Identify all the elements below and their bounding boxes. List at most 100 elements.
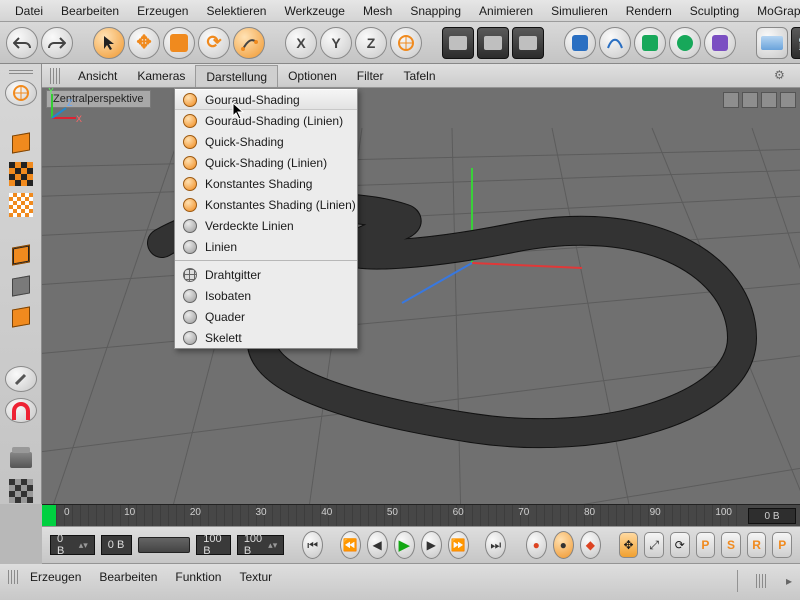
workplane-lock-button[interactable] xyxy=(5,479,37,504)
coord-drag-grip[interactable] xyxy=(756,574,768,588)
make-editable-button[interactable] xyxy=(5,80,37,106)
generator2-button[interactable] xyxy=(669,27,701,59)
menu-snapping[interactable]: Snapping xyxy=(401,1,470,21)
menu-simulieren[interactable]: Simulieren xyxy=(542,1,617,21)
autokey-button[interactable]: ● xyxy=(553,531,574,559)
step-back-button[interactable]: ◀ xyxy=(367,531,388,559)
redo-button[interactable] xyxy=(41,27,73,59)
primitive-cube-button[interactable] xyxy=(564,27,596,59)
scale-tool[interactable] xyxy=(163,27,195,59)
vp-orbit-icon[interactable] xyxy=(761,92,777,108)
polygon-mode-button[interactable] xyxy=(5,304,37,329)
menu-mesh[interactable]: Mesh xyxy=(354,1,401,21)
step-forward-button[interactable]: ▶ xyxy=(421,531,442,559)
vp-pan-icon[interactable] xyxy=(723,92,739,108)
goto-end-button[interactable]: ⏭ xyxy=(485,531,506,559)
menu-mograph[interactable]: MoGraph xyxy=(748,1,800,21)
shading-quick[interactable]: Quick-Shading xyxy=(175,131,357,152)
render-view-button[interactable] xyxy=(442,27,474,59)
wireframe-option[interactable]: Drahtgitter xyxy=(175,264,357,285)
environment-button[interactable] xyxy=(756,27,788,59)
undo-button[interactable] xyxy=(6,27,38,59)
vpmenu-ansicht[interactable]: Ansicht xyxy=(68,65,127,87)
snap-button[interactable] xyxy=(5,398,37,424)
vpmenu-filter[interactable]: Filter xyxy=(347,65,394,87)
shading-lines[interactable]: Linien xyxy=(175,236,357,257)
shading-hidden-line[interactable]: Verdeckte Linien xyxy=(175,215,357,236)
menu-erzeugen[interactable]: Erzeugen xyxy=(128,1,197,21)
workplane-button[interactable] xyxy=(5,448,37,473)
generator-button[interactable] xyxy=(634,27,666,59)
axis-z-lock[interactable]: Z xyxy=(355,27,387,59)
rec-p-button[interactable]: P xyxy=(696,532,716,558)
bottom-drag-grip[interactable] xyxy=(8,570,20,584)
render-settings-button[interactable] xyxy=(512,27,544,59)
box-option[interactable]: Quader xyxy=(175,306,357,327)
mm-funktion[interactable]: Funktion xyxy=(175,570,221,584)
coord-system-button[interactable] xyxy=(390,27,422,59)
tweak-mode-button[interactable] xyxy=(5,366,37,392)
spline-button[interactable] xyxy=(599,27,631,59)
vpmenu-optionen[interactable]: Optionen xyxy=(278,65,347,87)
3d-viewport[interactable]: Zentralperspektive Y X Z xyxy=(42,88,800,504)
vpmenu-darstellung[interactable]: Darstellung xyxy=(195,65,278,87)
render-pv-button[interactable] xyxy=(477,27,509,59)
shading-gouraud[interactable]: Gouraud-Shading xyxy=(175,89,357,110)
keyframe-options-button[interactable]: ◆ xyxy=(580,531,601,559)
range-start-field[interactable]: 0 B xyxy=(101,535,133,555)
skeleton-option[interactable]: Skelett xyxy=(175,327,357,348)
select-tool[interactable] xyxy=(93,27,125,59)
model-mode-button[interactable] xyxy=(5,130,37,155)
viewport-settings-icon[interactable]: ⚙ xyxy=(774,68,788,82)
rotate-tool[interactable]: ⟳ xyxy=(198,27,230,59)
play-button[interactable]: ▶ xyxy=(394,531,415,559)
vp-zoom-icon[interactable] xyxy=(742,92,758,108)
shading-quick-lines[interactable]: Quick-Shading (Linien) xyxy=(175,152,357,173)
menu-bearbeiten[interactable]: Bearbeiten xyxy=(52,1,128,21)
shading-constant-lines[interactable]: Konstantes Shading (Linien) xyxy=(175,194,357,215)
mm-erzeugen[interactable]: Erzeugen xyxy=(30,570,81,584)
coord-arrow-icon[interactable]: ▸ xyxy=(786,574,792,588)
rec-r-button[interactable]: R xyxy=(747,532,767,558)
menu-sculpting[interactable]: Sculpting xyxy=(681,1,748,21)
vpmenu-kameras[interactable]: Kameras xyxy=(127,65,195,87)
menu-animieren[interactable]: Animieren xyxy=(470,1,542,21)
deformer-button[interactable] xyxy=(704,27,736,59)
menu-datei[interactable]: Datei xyxy=(6,1,52,21)
timeline-playhead[interactable] xyxy=(42,505,56,527)
point-mode-button[interactable] xyxy=(5,242,37,267)
vpmenu-tafeln[interactable]: Tafeln xyxy=(393,65,445,87)
rec-param-button[interactable]: P xyxy=(772,532,792,558)
range-end-field[interactable]: 100 B xyxy=(196,535,231,555)
isoparms-option[interactable]: Isobaten xyxy=(175,285,357,306)
current-frame-field[interactable]: 0 B▴▾ xyxy=(50,535,95,555)
timeline-ruler[interactable]: 0102030405060708090100 0 B xyxy=(42,504,800,526)
vp-layout-icon[interactable] xyxy=(780,92,796,108)
workplane-mode-button[interactable] xyxy=(5,192,37,217)
next-key-button[interactable]: ⏩ xyxy=(448,531,469,559)
range-slider[interactable] xyxy=(138,537,190,553)
key-rotate-button[interactable]: ⟳ xyxy=(670,532,690,558)
camera-button[interactable]: 📷 xyxy=(791,27,800,59)
record-button[interactable]: ● xyxy=(526,531,547,559)
viewport-drag-grip[interactable] xyxy=(50,68,60,84)
move-tool[interactable]: ✥ xyxy=(128,27,160,59)
palette-drag-grip[interactable] xyxy=(9,68,33,74)
goto-start-button[interactable]: ⏮ xyxy=(302,531,323,559)
menu-werkzeuge[interactable]: Werkzeuge xyxy=(275,1,353,21)
mm-bearbeiten[interactable]: Bearbeiten xyxy=(99,570,157,584)
prev-key-button[interactable]: ⏪ xyxy=(340,531,361,559)
texture-mode-button[interactable] xyxy=(5,161,37,186)
shading-gouraud-lines[interactable]: Gouraud-Shading (Linien) xyxy=(175,110,357,131)
edge-mode-button[interactable] xyxy=(5,273,37,298)
key-scale-button[interactable]: ⤢ xyxy=(644,532,664,558)
project-end-field[interactable]: 100 B▴▾ xyxy=(237,535,284,555)
mm-textur[interactable]: Textur xyxy=(239,570,272,584)
shading-constant[interactable]: Konstantes Shading xyxy=(175,173,357,194)
last-tool[interactable] xyxy=(233,27,265,59)
key-move-button[interactable]: ✥ xyxy=(619,532,639,558)
axis-x-lock[interactable]: X xyxy=(285,27,317,59)
axis-y-lock[interactable]: Y xyxy=(320,27,352,59)
rec-s-button[interactable]: S xyxy=(721,532,741,558)
menu-rendern[interactable]: Rendern xyxy=(617,1,681,21)
